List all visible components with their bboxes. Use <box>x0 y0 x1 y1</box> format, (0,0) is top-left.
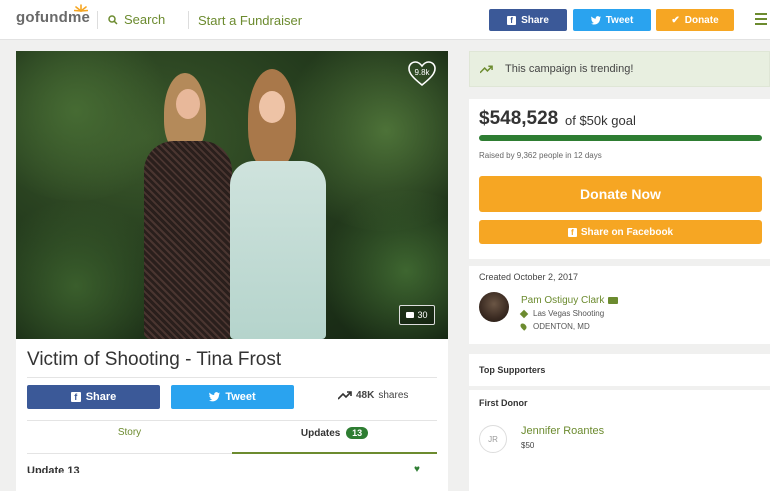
header-donate-button[interactable]: ✔ Donate <box>656 9 734 31</box>
location: ODENTON, MD <box>519 322 590 331</box>
progress-bar <box>479 135 762 141</box>
share-facebook-button[interactable]: f Share <box>27 385 160 409</box>
donation-panel: $548,528 of $50k goal Raised by 9,362 pe… <box>469 99 770 259</box>
twitter-icon <box>590 15 601 24</box>
heart-icon[interactable]: ♥ <box>414 464 420 475</box>
camera-icon <box>406 312 415 318</box>
progress-fill <box>479 135 762 141</box>
shares-count: 48K shares <box>338 390 408 401</box>
tag-icon <box>519 309 529 318</box>
location-label: ODENTON, MD <box>533 322 590 331</box>
share-on-facebook-button[interactable]: f Share on Facebook <box>479 220 762 244</box>
donor-amount: $50 <box>521 441 535 450</box>
campaign-card: 9.8k 30 Victim of Shooting - Tina Frost … <box>16 51 448 491</box>
start-fundraiser-link[interactable]: Start a Fundraiser <box>198 13 302 28</box>
header-donate-label: Donate <box>684 14 719 26</box>
tab-underline <box>27 453 232 454</box>
search-icon <box>108 14 118 25</box>
twitter-icon <box>209 392 221 402</box>
divider <box>27 420 437 421</box>
donor-avatar: JR <box>479 425 507 453</box>
tweet-label: Tweet <box>225 391 256 403</box>
map-pin-icon <box>519 322 528 331</box>
likes-count: 9.8k <box>414 68 430 77</box>
first-donor-heading: First Donor <box>479 398 528 408</box>
campaign-title: Victim of Shooting - Tina Frost <box>27 349 282 370</box>
facebook-icon: f <box>567 227 577 237</box>
trending-banner: This campaign is trending! <box>469 51 770 87</box>
trending-text: This campaign is trending! <box>505 63 634 75</box>
tweet-button[interactable]: Tweet <box>171 385 294 409</box>
created-date: Created October 2, 2017 <box>479 272 579 282</box>
tab-updates-label: Updates <box>300 428 341 439</box>
category-link[interactable]: Las Vegas Shooting <box>519 309 605 318</box>
facebook-icon: f <box>70 392 81 402</box>
facebook-icon: f <box>507 15 517 25</box>
divider <box>27 377 437 378</box>
goal-text: of $50k goal <box>565 113 636 128</box>
gofundme-logo[interactable]: gofundme <box>16 4 90 26</box>
header-tweet-label: Tweet <box>605 14 634 26</box>
search-label: Search <box>124 12 166 27</box>
trending-up-icon <box>480 65 493 73</box>
top-supporters-heading: Top Supporters <box>469 354 770 386</box>
donors-panel: First Donor JR Jennifer Roantes $50 <box>469 390 770 491</box>
campaign-photo[interactable]: 9.8k 30 <box>16 51 448 339</box>
person-right-dress <box>230 161 326 339</box>
shares-label: shares <box>378 390 409 401</box>
updates-count-badge: 13 <box>346 427 369 439</box>
header-share-label: Share <box>521 14 549 26</box>
category-label: Las Vegas Shooting <box>533 309 605 318</box>
photo-gallery-button[interactable]: 30 <box>399 305 435 325</box>
organizer-panel: Created October 2, 2017 Pam Ostiguy Clar… <box>469 266 770 344</box>
organizer-link[interactable]: Pam Ostiguy Clark <box>521 295 619 306</box>
raised-amount: $548,528 <box>479 108 559 129</box>
avatar[interactable] <box>479 292 509 322</box>
hamburger-menu-icon[interactable] <box>755 13 767 28</box>
donor-name: Jennifer Roantes <box>521 425 605 437</box>
shares-number: 48K <box>356 390 375 401</box>
organizer-name: Pam Ostiguy Clark <box>521 295 605 306</box>
trending-up-icon <box>338 391 352 400</box>
share-label: Share <box>85 391 117 403</box>
tab-story[interactable]: Story <box>27 427 232 438</box>
top-navigation: gofundme Search Start a Fundraiser f Sha… <box>0 0 770 40</box>
raised-by-text: Raised by 9,362 people in 12 days <box>479 151 602 160</box>
header-divider <box>188 11 189 29</box>
share-on-facebook-label: Share on Facebook <box>580 226 674 238</box>
header-divider <box>97 11 98 29</box>
person-right-face <box>259 91 285 123</box>
envelope-icon[interactable] <box>608 297 619 304</box>
photo-count-label: 30 <box>417 310 428 320</box>
sun-icon <box>74 4 88 12</box>
update-heading: Update 13 <box>27 465 80 473</box>
tab-active-underline <box>232 452 437 454</box>
header-share-button[interactable]: f Share <box>489 9 567 31</box>
header-tweet-button[interactable]: Tweet <box>573 9 651 31</box>
check-icon: ✔ <box>671 14 680 26</box>
search-link[interactable]: Search <box>108 12 165 27</box>
person-left-face <box>176 89 200 119</box>
tab-updates[interactable]: Updates 13 <box>232 427 437 439</box>
person-left-dress <box>144 141 232 339</box>
like-button[interactable]: 9.8k <box>408 61 436 87</box>
donate-now-button[interactable]: Donate Now <box>479 176 762 212</box>
